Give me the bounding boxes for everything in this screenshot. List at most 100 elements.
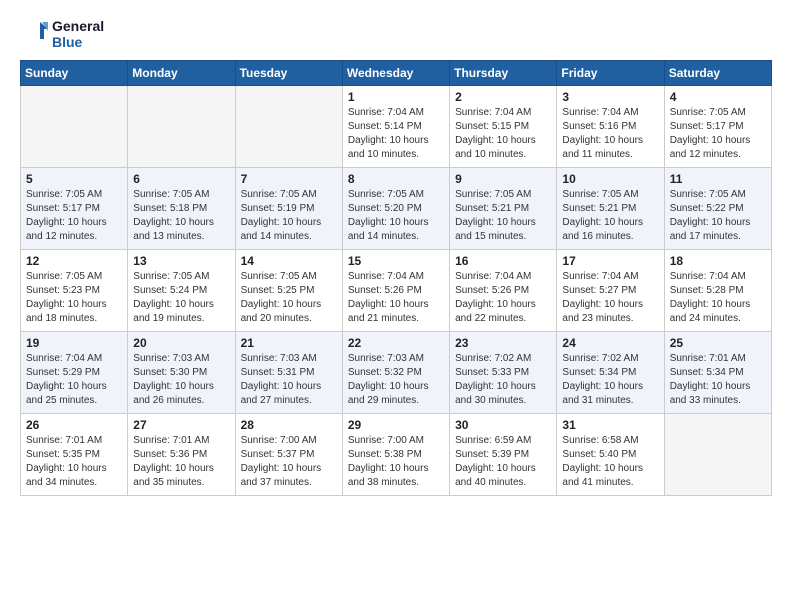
day-number: 9 [455,172,551,186]
logo-text: General Blue [20,18,104,50]
calendar-cell: 23 Sunrise: 7:02 AM Sunset: 5:33 PM Dayli… [450,332,557,414]
weekday-header: Saturday [664,61,771,86]
day-info: Sunrise: 7:05 AM Sunset: 5:17 PM Dayligh… [670,106,766,162]
day-info: Sunrise: 7:05 AM Sunset: 5:21 PM Dayligh… [455,188,551,244]
day-info: Sunrise: 7:02 AM Sunset: 5:33 PM Dayligh… [455,352,551,408]
calendar-cell: 27 Sunrise: 7:01 AM Sunset: 5:36 PM Dayli… [128,414,235,496]
day-number: 16 [455,254,551,268]
day-info: Sunrise: 7:05 AM Sunset: 5:22 PM Dayligh… [670,188,766,244]
calendar-cell: 21 Sunrise: 7:03 AM Sunset: 5:31 PM Dayli… [235,332,342,414]
day-number: 29 [348,418,444,432]
day-info: Sunrise: 7:04 AM Sunset: 5:26 PM Dayligh… [348,270,444,326]
day-info: Sunrise: 7:04 AM Sunset: 5:16 PM Dayligh… [562,106,658,162]
calendar-cell [21,86,128,168]
day-number: 15 [348,254,444,268]
calendar-cell: 20 Sunrise: 7:03 AM Sunset: 5:30 PM Dayli… [128,332,235,414]
day-number: 25 [670,336,766,350]
day-number: 10 [562,172,658,186]
day-info: Sunrise: 7:04 AM Sunset: 5:15 PM Dayligh… [455,106,551,162]
calendar-cell: 17 Sunrise: 7:04 AM Sunset: 5:27 PM Dayli… [557,250,664,332]
day-info: Sunrise: 7:05 AM Sunset: 5:25 PM Dayligh… [241,270,337,326]
day-number: 3 [562,90,658,104]
weekday-header: Thursday [450,61,557,86]
calendar-cell: 10 Sunrise: 7:05 AM Sunset: 5:21 PM Dayli… [557,168,664,250]
day-number: 14 [241,254,337,268]
day-number: 2 [455,90,551,104]
day-info: Sunrise: 7:03 AM Sunset: 5:30 PM Dayligh… [133,352,229,408]
calendar-cell: 6 Sunrise: 7:05 AM Sunset: 5:18 PM Daylig… [128,168,235,250]
day-info: Sunrise: 7:01 AM Sunset: 5:36 PM Dayligh… [133,434,229,490]
day-number: 24 [562,336,658,350]
day-number: 4 [670,90,766,104]
calendar-cell: 12 Sunrise: 7:05 AM Sunset: 5:23 PM Dayli… [21,250,128,332]
day-number: 30 [455,418,551,432]
day-info: Sunrise: 7:05 AM Sunset: 5:19 PM Dayligh… [241,188,337,244]
calendar-cell: 4 Sunrise: 7:05 AM Sunset: 5:17 PM Daylig… [664,86,771,168]
page-header: General Blue [20,18,772,50]
day-info: Sunrise: 7:05 AM Sunset: 5:20 PM Dayligh… [348,188,444,244]
day-number: 26 [26,418,122,432]
day-info: Sunrise: 7:00 AM Sunset: 5:37 PM Dayligh… [241,434,337,490]
calendar-cell: 15 Sunrise: 7:04 AM Sunset: 5:26 PM Dayli… [342,250,449,332]
day-info: Sunrise: 6:58 AM Sunset: 5:40 PM Dayligh… [562,434,658,490]
day-info: Sunrise: 7:04 AM Sunset: 5:14 PM Dayligh… [348,106,444,162]
calendar-cell [664,414,771,496]
day-info: Sunrise: 7:05 AM Sunset: 5:17 PM Dayligh… [26,188,122,244]
calendar-cell: 8 Sunrise: 7:05 AM Sunset: 5:20 PM Daylig… [342,168,449,250]
calendar-cell: 25 Sunrise: 7:01 AM Sunset: 5:34 PM Dayli… [664,332,771,414]
calendar-cell: 22Sunrise: 7:03 AM Sunset: 5:32 PM Dayli… [342,332,449,414]
day-info: Sunrise: 7:01 AM Sunset: 5:35 PM Dayligh… [26,434,122,490]
logo: General Blue [20,18,104,50]
calendar-cell: 14 Sunrise: 7:05 AM Sunset: 5:25 PM Dayli… [235,250,342,332]
day-number: 7 [241,172,337,186]
day-number: 23 [455,336,551,350]
day-info: Sunrise: 7:00 AM Sunset: 5:38 PM Dayligh… [348,434,444,490]
weekday-header: Friday [557,61,664,86]
calendar-cell: 5Sunrise: 7:05 AM Sunset: 5:17 PM Daylig… [21,168,128,250]
day-number: 28 [241,418,337,432]
day-info: Sunrise: 7:02 AM Sunset: 5:34 PM Dayligh… [562,352,658,408]
calendar-cell: 30 Sunrise: 6:59 AM Sunset: 5:39 PM Dayli… [450,414,557,496]
calendar-cell: 24 Sunrise: 7:02 AM Sunset: 5:34 PM Dayli… [557,332,664,414]
day-number: 6 [133,172,229,186]
day-number: 27 [133,418,229,432]
logo-line2: Blue [52,34,104,50]
day-info: Sunrise: 7:05 AM Sunset: 5:18 PM Dayligh… [133,188,229,244]
day-info: Sunrise: 7:05 AM Sunset: 5:21 PM Dayligh… [562,188,658,244]
weekday-header: Tuesday [235,61,342,86]
calendar-cell [128,86,235,168]
calendar-table: SundayMondayTuesdayWednesdayThursdayFrid… [20,60,772,496]
day-number: 18 [670,254,766,268]
day-number: 12 [26,254,122,268]
day-info: Sunrise: 7:05 AM Sunset: 5:24 PM Dayligh… [133,270,229,326]
day-info: Sunrise: 7:01 AM Sunset: 5:34 PM Dayligh… [670,352,766,408]
logo-graphic [20,19,50,49]
calendar-cell: 3 Sunrise: 7:04 AM Sunset: 5:16 PM Daylig… [557,86,664,168]
day-info: Sunrise: 7:04 AM Sunset: 5:28 PM Dayligh… [670,270,766,326]
calendar-cell: 7 Sunrise: 7:05 AM Sunset: 5:19 PM Daylig… [235,168,342,250]
day-info: Sunrise: 7:04 AM Sunset: 5:29 PM Dayligh… [26,352,122,408]
day-number: 20 [133,336,229,350]
day-info: Sunrise: 6:59 AM Sunset: 5:39 PM Dayligh… [455,434,551,490]
calendar-cell: 9 Sunrise: 7:05 AM Sunset: 5:21 PM Daylig… [450,168,557,250]
day-number: 13 [133,254,229,268]
day-number: 31 [562,418,658,432]
calendar-cell: 13 Sunrise: 7:05 AM Sunset: 5:24 PM Dayli… [128,250,235,332]
logo-line1: General [52,18,104,34]
day-number: 11 [670,172,766,186]
day-number: 17 [562,254,658,268]
day-info: Sunrise: 7:05 AM Sunset: 5:23 PM Dayligh… [26,270,122,326]
calendar-cell [235,86,342,168]
weekday-header: Monday [128,61,235,86]
calendar-cell: 2 Sunrise: 7:04 AM Sunset: 5:15 PM Daylig… [450,86,557,168]
calendar-cell: 1Sunrise: 7:04 AM Sunset: 5:14 PM Daylig… [342,86,449,168]
calendar-cell: 28 Sunrise: 7:00 AM Sunset: 5:37 PM Dayli… [235,414,342,496]
day-number: 19 [26,336,122,350]
day-number: 21 [241,336,337,350]
day-number: 8 [348,172,444,186]
day-info: Sunrise: 7:03 AM Sunset: 5:31 PM Dayligh… [241,352,337,408]
day-info: Sunrise: 7:04 AM Sunset: 5:26 PM Dayligh… [455,270,551,326]
day-info: Sunrise: 7:04 AM Sunset: 5:27 PM Dayligh… [562,270,658,326]
day-info: Sunrise: 7:03 AM Sunset: 5:32 PM Dayligh… [348,352,444,408]
calendar-cell: 29 Sunrise: 7:00 AM Sunset: 5:38 PM Dayli… [342,414,449,496]
